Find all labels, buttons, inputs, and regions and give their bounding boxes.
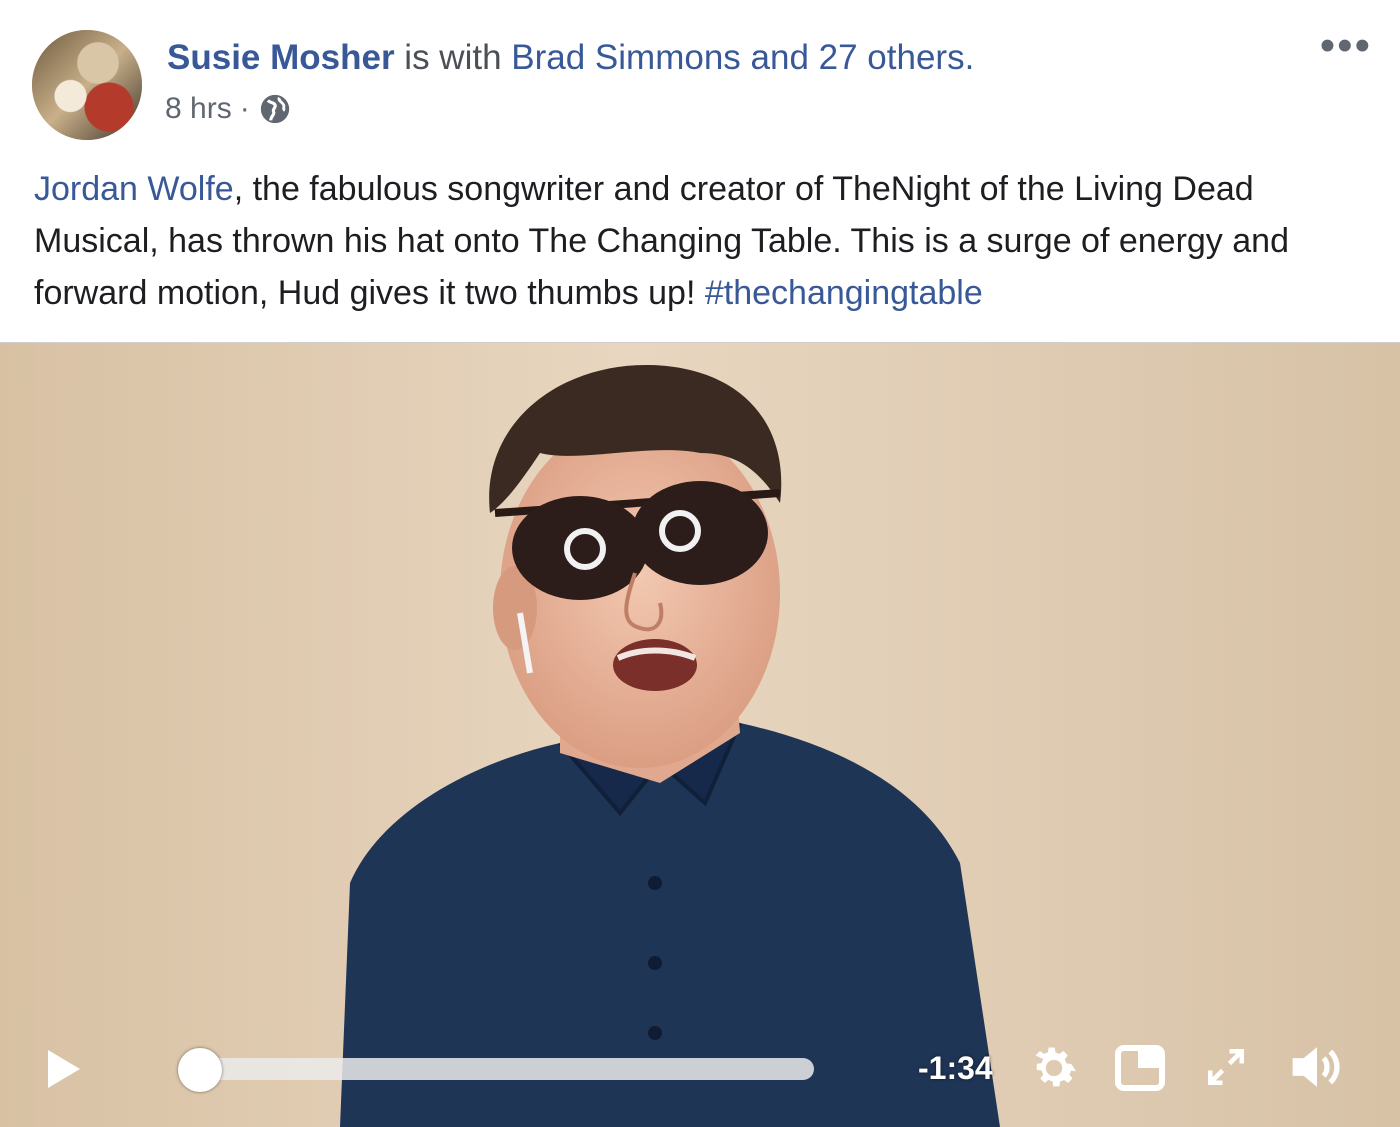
author-avatar[interactable] xyxy=(32,30,142,140)
progress-scrubber[interactable] xyxy=(178,1048,222,1092)
gear-icon[interactable] xyxy=(1026,1040,1082,1096)
post-text: Jordan Wolfe, the fabulous songwriter an… xyxy=(34,163,1364,319)
picture-in-picture-icon[interactable] xyxy=(1114,1044,1166,1092)
progress-track[interactable] xyxy=(198,1058,814,1080)
video-frame xyxy=(0,343,1400,1127)
mention-link[interactable]: Jordan Wolfe xyxy=(34,170,234,208)
hashtag-link[interactable]: #thechangingtable xyxy=(705,274,983,312)
post-header: Susie Mosher is with Brad Simmons and 27… xyxy=(0,0,1400,342)
with-text: is with xyxy=(394,38,512,77)
tagged-friends-link[interactable]: Brad Simmons and 27 others. xyxy=(511,38,974,77)
post-timestamp[interactable]: 8 hrs xyxy=(165,92,232,126)
globe-icon[interactable] xyxy=(258,92,292,126)
post-author-line: Susie Mosher is with Brad Simmons and 27… xyxy=(167,38,974,78)
video-player[interactable] xyxy=(0,342,1400,1127)
fullscreen-icon[interactable] xyxy=(1204,1046,1248,1088)
time-remaining: -1:34 xyxy=(918,1050,993,1086)
play-icon[interactable] xyxy=(44,1046,84,1092)
meta-separator: · xyxy=(239,92,250,125)
post-meta: 8 hrs · xyxy=(165,92,292,126)
more-options-icon[interactable]: ••• xyxy=(1320,24,1372,68)
author-name-link[interactable]: Susie Mosher xyxy=(167,38,395,77)
volume-icon[interactable] xyxy=(1286,1038,1348,1096)
